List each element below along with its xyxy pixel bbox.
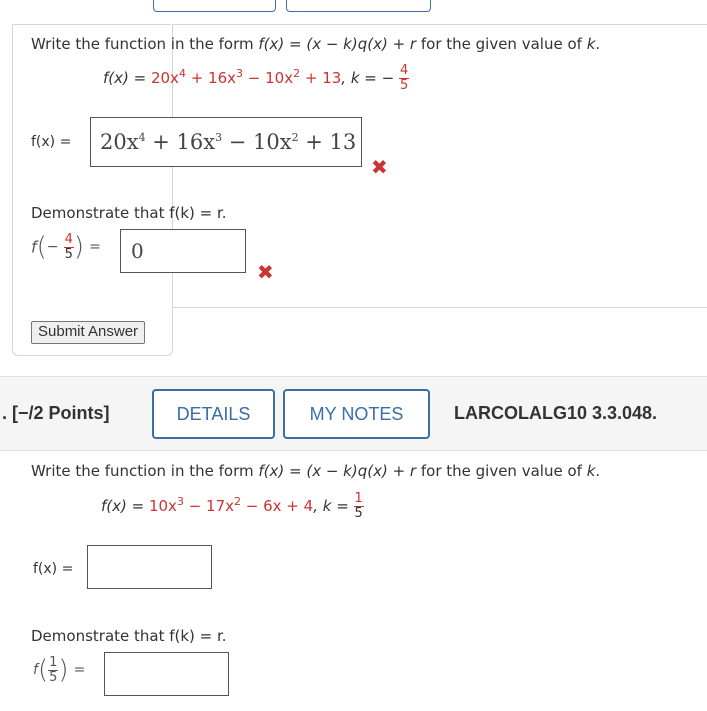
fk-fraction: 15 xyxy=(48,654,59,685)
question2-answer-input[interactable] xyxy=(87,545,212,589)
question1-fk-expression: f(− 4 5) = xyxy=(31,231,101,262)
question2-code: LARCOLALG10 3.3.048. xyxy=(454,403,658,423)
question2-demonstrate: Demonstrate that f(k) = r. xyxy=(31,627,227,645)
x-mark-icon: ✖ xyxy=(371,155,388,179)
prev-notes-button[interactable] xyxy=(286,0,431,12)
question2-fk-expression: f(1 5) = xyxy=(33,654,86,685)
details-button[interactable]: DETAILS xyxy=(152,389,275,439)
x-mark-icon: ✖ xyxy=(257,260,274,284)
question2-function: f(x) = 10x3 − 17x2 − 6x + 4, k = 15 xyxy=(101,491,364,521)
question2-instruction: Write the function in the form f(x) = (x… xyxy=(31,462,601,480)
question2-points: . [−/2 Points] xyxy=(2,403,110,423)
question1-answer-label: f(x) = xyxy=(31,134,72,150)
my-notes-button[interactable]: MY NOTES xyxy=(283,389,430,439)
k-fraction: 45 xyxy=(398,63,410,93)
question2-answer-label: f(x) = xyxy=(33,561,74,577)
fk-fraction: 45 xyxy=(63,231,74,262)
divider xyxy=(12,24,171,25)
question1-instruction: Write the function in the form f(x) = (x… xyxy=(31,35,601,53)
question2-fk-input[interactable] xyxy=(104,652,229,696)
question1-demonstrate: Demonstrate that f(k) = r. xyxy=(31,204,227,222)
question1-fk-input[interactable]: 0 xyxy=(120,229,246,273)
prev-details-button[interactable] xyxy=(153,0,276,12)
submit-answer-button[interactable]: Submit Answer xyxy=(31,321,146,344)
question1-function: f(x) = 20x4 + 16x3 − 10x2 + 13, k = − 45 xyxy=(103,63,410,93)
question1-answer-input[interactable]: 20x4 + 16x3 − 10x2 + 13 xyxy=(90,117,362,167)
k-fraction: 15 xyxy=(353,491,364,521)
